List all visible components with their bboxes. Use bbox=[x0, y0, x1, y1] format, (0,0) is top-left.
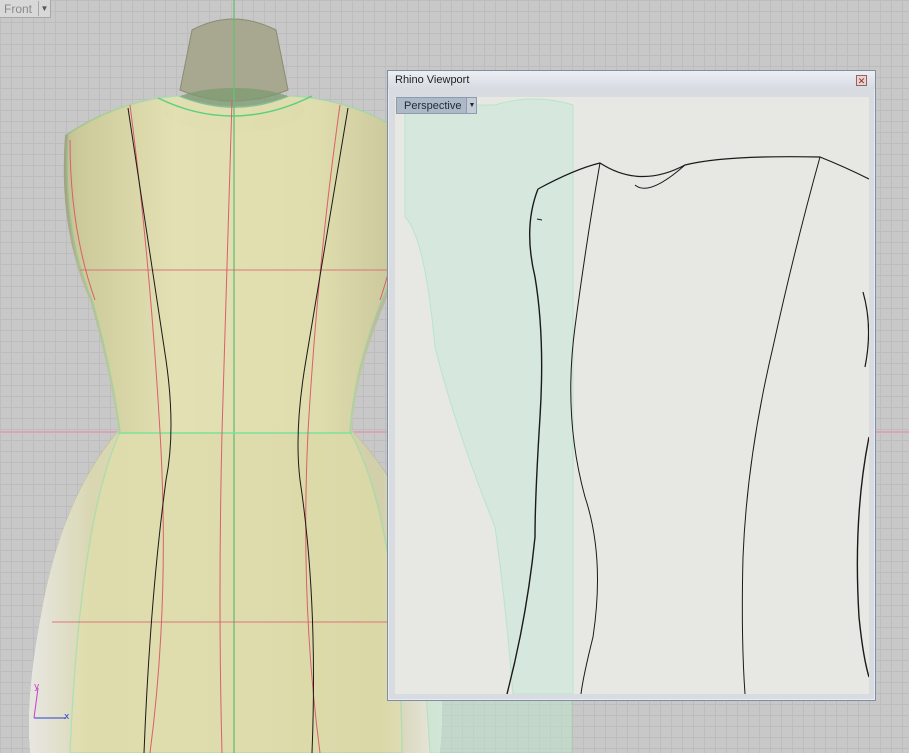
axis-y-label: y bbox=[34, 682, 40, 692]
window-title: Rhino Viewport bbox=[395, 74, 470, 86]
dropdown-arrow-icon[interactable]: ▼ bbox=[466, 98, 477, 113]
dropdown-arrow-icon[interactable]: ▼ bbox=[38, 1, 50, 16]
viewport-tab-perspective[interactable]: Perspective ▼ bbox=[396, 97, 478, 114]
viewport-tab-label: Front bbox=[4, 1, 33, 16]
viewport-tab-label: Perspective bbox=[404, 99, 462, 112]
perspective-canvas[interactable] bbox=[395, 97, 869, 694]
viewport-tab-front[interactable]: Front ▼ bbox=[0, 0, 52, 18]
close-icon[interactable]: ✕ bbox=[856, 75, 867, 86]
pattern-overlay bbox=[66, 95, 410, 753]
axis-x-label: x bbox=[64, 712, 70, 722]
floating-viewport-window[interactable]: Rhino Viewport ✕ Perspective ▼ bbox=[387, 70, 876, 701]
perspective-drawing bbox=[404, 98, 869, 694]
window-titlebar[interactable]: Rhino Viewport ✕ bbox=[388, 71, 875, 89]
